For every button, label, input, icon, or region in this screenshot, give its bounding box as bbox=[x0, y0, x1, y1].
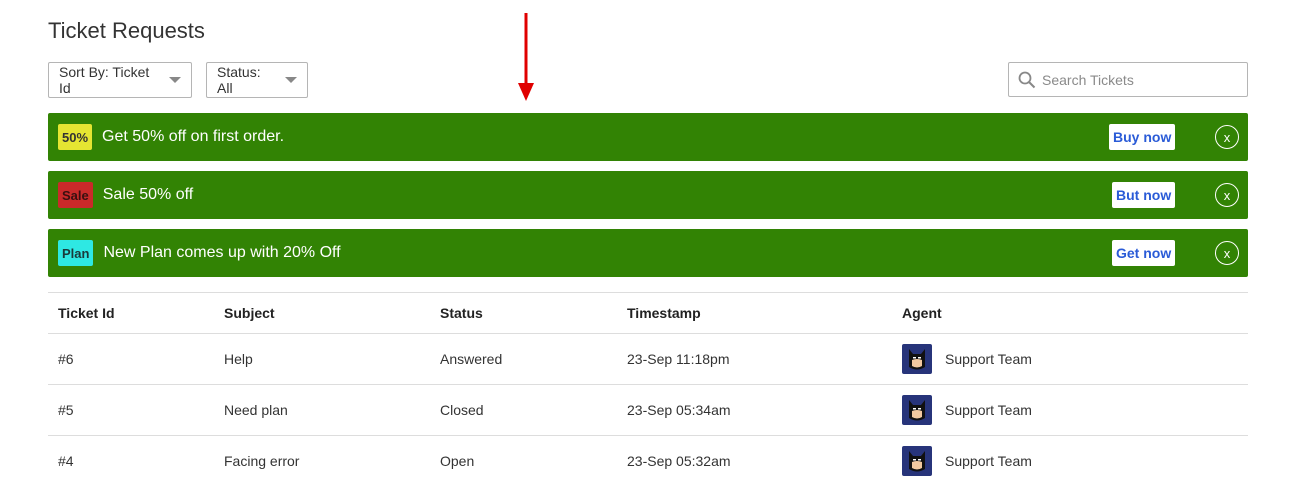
agent-cell: Support Team bbox=[902, 395, 1248, 425]
table-row[interactable]: #4 Facing error Open 23-Sep 05:32am Supp… bbox=[48, 436, 1248, 485]
close-icon[interactable]: x bbox=[1215, 241, 1239, 265]
timestamp-cell: 23-Sep 11:18pm bbox=[627, 351, 730, 367]
search-input[interactable] bbox=[1042, 71, 1232, 88]
batman-avatar-icon bbox=[902, 344, 932, 374]
column-header-ticket-id: Ticket Id bbox=[58, 305, 115, 321]
ticket-id-cell: #4 bbox=[58, 453, 74, 469]
promo-banner-discount: 50% Get 50% off on first order. Buy now … bbox=[48, 113, 1248, 161]
subject-cell: Facing error bbox=[224, 453, 300, 469]
subject-cell: Need plan bbox=[224, 402, 288, 418]
timestamp-cell: 23-Sep 05:34am bbox=[627, 402, 731, 418]
search-icon bbox=[1018, 71, 1036, 88]
caret-down-icon bbox=[285, 77, 297, 83]
column-header-timestamp: Timestamp bbox=[627, 305, 701, 321]
timestamp-cell: 23-Sep 05:32am bbox=[627, 453, 731, 469]
subject-cell: Help bbox=[224, 351, 253, 367]
status-filter-label: Status: All bbox=[217, 64, 261, 96]
close-icon[interactable]: x bbox=[1215, 183, 1239, 207]
table-header: Ticket Id Subject Status Timestamp Agent bbox=[48, 293, 1248, 334]
agent-name: Support Team bbox=[945, 402, 1032, 418]
but-now-button[interactable]: But now bbox=[1112, 182, 1176, 208]
table-row[interactable]: #5 Need plan Closed 23-Sep 05:34am Suppo… bbox=[48, 385, 1248, 436]
ticket-id-cell: #5 bbox=[58, 402, 74, 418]
batman-avatar-icon bbox=[902, 446, 932, 476]
promo-banner-plan: Plan New Plan comes up with 20% Off Get … bbox=[48, 229, 1248, 277]
status-dropdown[interactable]: Status: All bbox=[206, 62, 308, 98]
buy-now-button[interactable]: Buy now bbox=[1109, 124, 1176, 150]
ticket-id-cell: #6 bbox=[58, 351, 74, 367]
agent-name: Support Team bbox=[945, 351, 1032, 367]
table-row[interactable]: #6 Help Answered 23-Sep 11:18pm Support … bbox=[48, 334, 1248, 385]
promo-badge: 50% bbox=[58, 124, 93, 150]
tickets-table: Ticket Id Subject Status Timestamp Agent… bbox=[48, 292, 1248, 485]
promo-text: Sale 50% off bbox=[102, 186, 194, 203]
promo-badge: Plan bbox=[58, 240, 94, 266]
caret-down-icon bbox=[169, 77, 181, 83]
agent-cell: Support Team bbox=[902, 446, 1248, 476]
promo-text: Get 50% off on first order. bbox=[102, 128, 285, 145]
promo-banner-sale: Sale Sale 50% off But now x bbox=[48, 171, 1248, 219]
sort-by-label: Sort By: Ticket Id bbox=[59, 64, 150, 96]
agent-name: Support Team bbox=[945, 453, 1032, 469]
agent-cell: Support Team bbox=[902, 344, 1248, 374]
sort-by-dropdown[interactable]: Sort By: Ticket Id bbox=[48, 62, 192, 98]
down-arrow-icon bbox=[518, 13, 534, 101]
column-header-subject: Subject bbox=[224, 305, 275, 321]
batman-avatar-icon bbox=[902, 395, 932, 425]
promo-text: New Plan comes up with 20% Off bbox=[103, 244, 341, 261]
status-cell: Answered bbox=[440, 351, 503, 367]
column-header-agent: Agent bbox=[902, 305, 942, 321]
status-cell: Closed bbox=[440, 402, 484, 418]
close-icon[interactable]: x bbox=[1215, 125, 1239, 149]
column-header-status: Status bbox=[440, 305, 483, 321]
search-box[interactable] bbox=[1008, 62, 1248, 97]
status-cell: Open bbox=[440, 453, 475, 469]
promo-badge: Sale bbox=[58, 182, 93, 208]
get-now-button[interactable]: Get now bbox=[1112, 240, 1176, 266]
page-title: Ticket Requests bbox=[48, 18, 205, 43]
